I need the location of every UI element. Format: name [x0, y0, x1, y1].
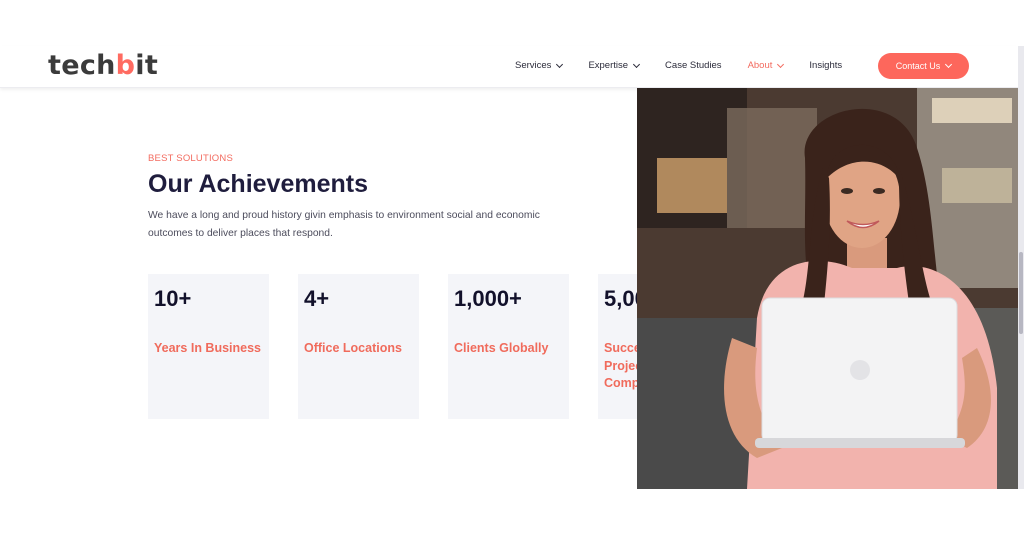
chevron-down-icon	[945, 60, 953, 69]
logo-text-start: tech	[48, 50, 116, 81]
stat-value: 1,000+	[454, 286, 522, 311]
chevron-down-icon	[556, 60, 564, 68]
contact-us-button[interactable]: Contact Us	[878, 53, 969, 79]
logo[interactable]: techbit	[48, 50, 158, 81]
logo-text-accent: b	[115, 50, 136, 81]
stat-card-offices: 4+ Office Locations	[298, 274, 419, 419]
stat-card-years: 10+ Years In Business	[148, 274, 269, 419]
contact-us-label: Contact Us	[895, 61, 941, 71]
chevron-down-icon	[777, 60, 785, 68]
stat-label: Office Locations	[304, 341, 402, 355]
nav-item-expertise[interactable]: Expertise	[588, 60, 641, 71]
section-title: Our Achievements	[148, 170, 368, 198]
hero-photo-illustration	[637, 88, 1018, 489]
stat-card-clients: 1,000+ Clients Globally	[448, 274, 569, 419]
nav-item-case-studies[interactable]: Case Studies	[665, 60, 722, 71]
section-description: We have a long and proud history givin e…	[148, 210, 540, 239]
hero-photo-woman-with-laptop	[637, 88, 1018, 489]
stat-label: Clients Globally	[454, 341, 549, 355]
nav-item-label: Expertise	[588, 60, 629, 71]
nav-item-about[interactable]: About	[747, 60, 785, 71]
scrollbar-thumb[interactable]	[1019, 252, 1023, 334]
stat-value: 10+	[154, 286, 192, 311]
nav-item-insights[interactable]: Insights	[809, 60, 842, 71]
logo-text-end: it	[135, 50, 159, 81]
stat-label: Years In Business	[154, 341, 262, 355]
nav-item-label: Services	[515, 60, 552, 71]
nav-item-label: Insights	[809, 60, 843, 71]
chevron-down-icon	[633, 60, 641, 68]
nav-item-label: About	[747, 60, 773, 71]
main-nav: Services Expertise Case Studies About In…	[515, 60, 868, 71]
stat-value: 4+	[304, 286, 330, 311]
nav-item-services[interactable]: Services	[515, 60, 564, 71]
nav-item-label: Case Studies	[665, 60, 722, 71]
page: techbit Services Expertise Case Studies …	[0, 0, 1024, 536]
site-header: techbit Services Expertise Case Studies …	[0, 46, 1018, 88]
section-eyebrow: BEST SOLUTIONS	[148, 153, 233, 164]
